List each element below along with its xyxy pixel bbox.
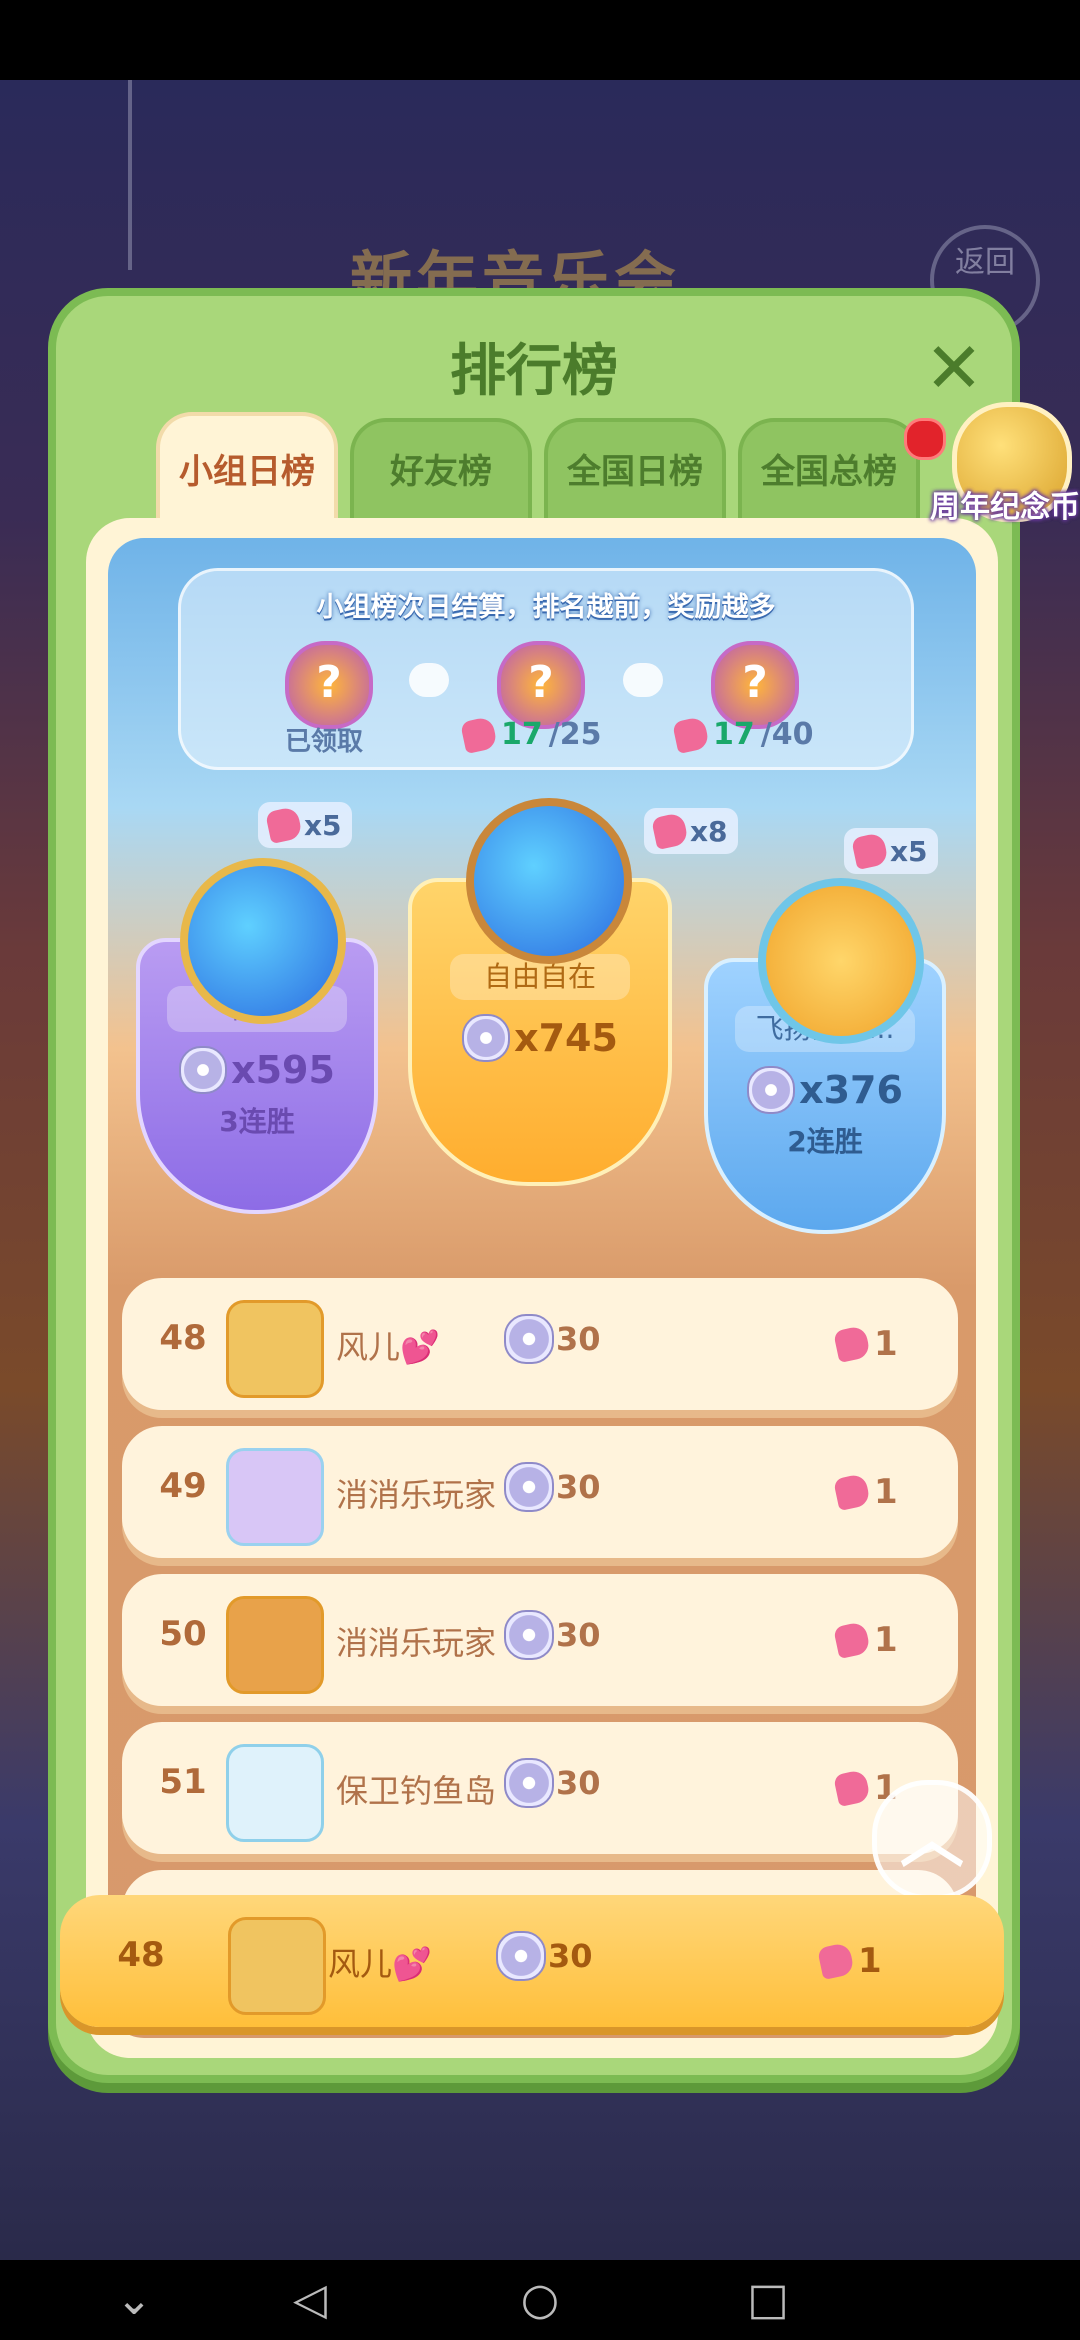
clover-icon (833, 1621, 871, 1659)
recents-square-icon[interactable]: □ (738, 2274, 798, 2326)
clover-icon (651, 812, 689, 850)
leaderboard-content: 小组榜次日结算，排名越前，奖励越多 ? ? ? 已领取 17/25 17/40 … (108, 538, 976, 2038)
avatar[interactable] (226, 1596, 324, 1694)
clover-icon (833, 1473, 871, 1511)
avatar[interactable] (226, 1448, 324, 1546)
arrow-icon (409, 663, 449, 697)
clover-icon (265, 806, 303, 844)
tab-group-daily[interactable]: 小组日榜 (156, 412, 338, 532)
back-triangle-icon[interactable]: ◁ (280, 2274, 340, 2326)
avatar[interactable] (226, 1744, 324, 1842)
rank-number: 48 (117, 1935, 165, 1975)
reward-progress-box: 小组榜次日结算，排名越前，奖励越多 ? ? ? 已领取 17/25 17/40 (178, 568, 914, 770)
clover-count: 1 (817, 1941, 882, 1981)
clover-icon (817, 1942, 855, 1980)
tab-national-total[interactable]: 全国总榜 (738, 418, 920, 528)
win-streak: 2连胜 (787, 1125, 863, 1158)
close-icon[interactable]: ✕ (914, 328, 994, 408)
player-name: 保卫钓鱼岛 (336, 1772, 497, 1810)
player-name: 风儿💕 (336, 1328, 440, 1366)
rank-number: 51 (159, 1762, 207, 1802)
clover-icon (851, 832, 889, 870)
notification-dot (904, 418, 946, 460)
player-name: 消消乐玩家 (336, 1476, 497, 1514)
player-score: 30 (504, 1610, 601, 1660)
tab-national-daily[interactable]: 全国日榜 (544, 418, 726, 528)
anniversary-coin-label: 周年纪念币 (930, 490, 1080, 525)
chevron-down-icon[interactable]: ⌄ (104, 2274, 164, 2326)
player-score: 30 (504, 1758, 601, 1808)
reward-progress-3: 17/40 (672, 715, 813, 754)
my-rank-row[interactable]: 48 风儿💕 30 1 (60, 1895, 1004, 2027)
clover-icon (672, 715, 710, 754)
player-score: 30 (496, 1931, 593, 1981)
win-streak: 3连胜 (219, 1105, 295, 1138)
table-row[interactable]: 49 消消乐玩家 30 1 (122, 1426, 958, 1558)
claimed-label: 已领取 (285, 727, 364, 757)
modal-title: 排行榜 (450, 339, 618, 404)
disc-icon (462, 1014, 511, 1062)
leaderboard-panel: 小组榜次日结算，排名越前，奖励越多 ? ? ? 已领取 17/25 17/40 … (86, 518, 998, 2058)
tab-friends[interactable]: 好友榜 (350, 418, 532, 528)
disc-icon (496, 1931, 546, 1981)
player-name: 消消乐玩家 (336, 1624, 497, 1662)
home-circle-icon[interactable]: ○ (510, 2274, 570, 2326)
avatar[interactable] (226, 1300, 324, 1398)
disc-icon (179, 1046, 228, 1094)
reward-chest-icon[interactable]: ? (711, 641, 799, 729)
bonus-bubble: x8 (644, 808, 738, 854)
table-row[interactable]: 48 风儿💕 30 1 (122, 1278, 958, 1410)
rank-number: 50 (159, 1614, 207, 1654)
avatar[interactable] (228, 1917, 326, 2015)
player-score: 30 (504, 1462, 601, 1512)
player-score: x376 (708, 1066, 942, 1114)
clover-icon (833, 1769, 871, 1807)
table-row[interactable]: 51 保卫钓鱼岛 30 1 (122, 1722, 958, 1854)
avatar[interactable] (180, 858, 346, 1024)
player-score: x745 (412, 1014, 668, 1062)
system-nav-bar: ⌄ ◁ ○ □ (0, 2260, 1080, 2340)
rank-number: 48 (159, 1318, 207, 1358)
leaderboard-modal: 排行榜 ✕ 小组日榜 好友榜 全国日榜 全国总榜 小组榜次日结算，排名越前，奖励… (48, 288, 1020, 2083)
clover-count: 1 (833, 1472, 898, 1512)
player-name: 风儿💕 (328, 1945, 432, 1983)
arrow-icon (623, 663, 663, 697)
hanging-lamp (128, 80, 132, 270)
avatar[interactable] (758, 878, 924, 1044)
reward-chest-icon[interactable]: ? (285, 641, 373, 729)
disc-icon (747, 1066, 796, 1114)
scroll-top-button[interactable]: ︿ (872, 1780, 992, 1900)
rank-number: 49 (159, 1466, 207, 1506)
avatar[interactable] (466, 798, 632, 964)
clover-count: 1 (833, 1620, 898, 1660)
disc-icon (504, 1758, 554, 1808)
clover-icon (833, 1325, 871, 1363)
player-score: x595 (140, 1046, 374, 1094)
clover-icon (460, 715, 498, 754)
clover-count: 1 (833, 1324, 898, 1364)
bonus-bubble: x5 (844, 828, 938, 874)
bonus-bubble: x5 (258, 802, 352, 848)
status-bar (0, 0, 1080, 80)
reward-chest-icon[interactable]: ? (497, 641, 585, 729)
tab-bar: 小组日榜 好友榜 全国日榜 全国总榜 (156, 412, 920, 532)
player-score: 30 (504, 1314, 601, 1364)
reward-progress-2: 17/25 (460, 715, 601, 754)
disc-icon (504, 1314, 554, 1364)
disc-icon (504, 1462, 554, 1512)
disc-icon (504, 1610, 554, 1660)
reward-title: 小组榜次日结算，排名越前，奖励越多 (316, 592, 776, 623)
table-row[interactable]: 50 消消乐玩家 30 1 (122, 1574, 958, 1706)
